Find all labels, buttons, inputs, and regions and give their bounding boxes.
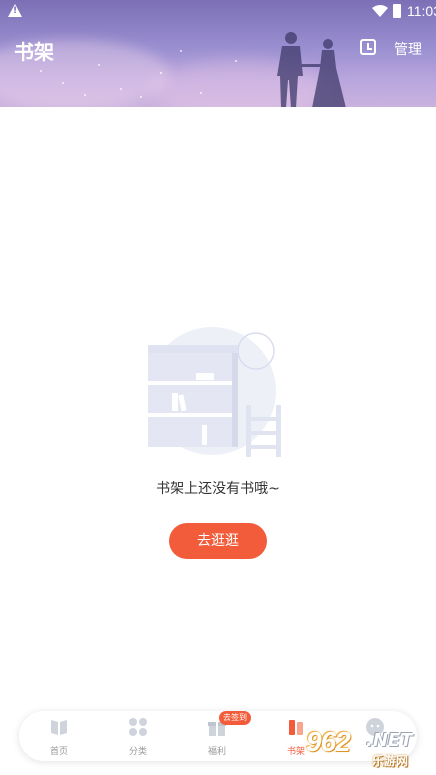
manage-button[interactable]: 管理 — [394, 39, 422, 59]
nav-item-category[interactable]: 分类 — [108, 717, 168, 757]
nav-label: 分类 — [128, 747, 147, 757]
empty-message: 书架上还没有书哦~ — [156, 481, 280, 497]
status-bar: 11:03 — [0, 0, 436, 24]
couple-illustration — [277, 32, 346, 107]
page-title: 书架 — [14, 40, 54, 64]
wifi-icon — [372, 5, 388, 17]
nav-label: 首页 — [49, 747, 68, 757]
watermark-number: 962 — [306, 726, 351, 757]
watermark-sitename: 乐游网 — [372, 754, 409, 768]
empty-bookshelf-illustration — [148, 327, 281, 457]
history-icon[interactable] — [360, 39, 376, 55]
nav-label: 福利 — [207, 747, 226, 757]
watermark-net: .NET — [366, 730, 413, 751]
category-icon — [129, 718, 147, 736]
checkin-badge[interactable]: 去签到 — [219, 711, 251, 725]
battery-icon — [393, 4, 401, 18]
header-banner: 11:03 书架 管理 — [0, 0, 436, 107]
nav-item-home[interactable]: 首页 — [29, 717, 89, 757]
status-time: 11:03 — [407, 3, 436, 19]
browse-button[interactable]: 去逛逛 — [169, 523, 267, 559]
book-icon — [51, 720, 67, 735]
warning-icon — [8, 4, 22, 17]
site-watermark-logo: 962 .NET 乐游网 — [302, 722, 436, 775]
